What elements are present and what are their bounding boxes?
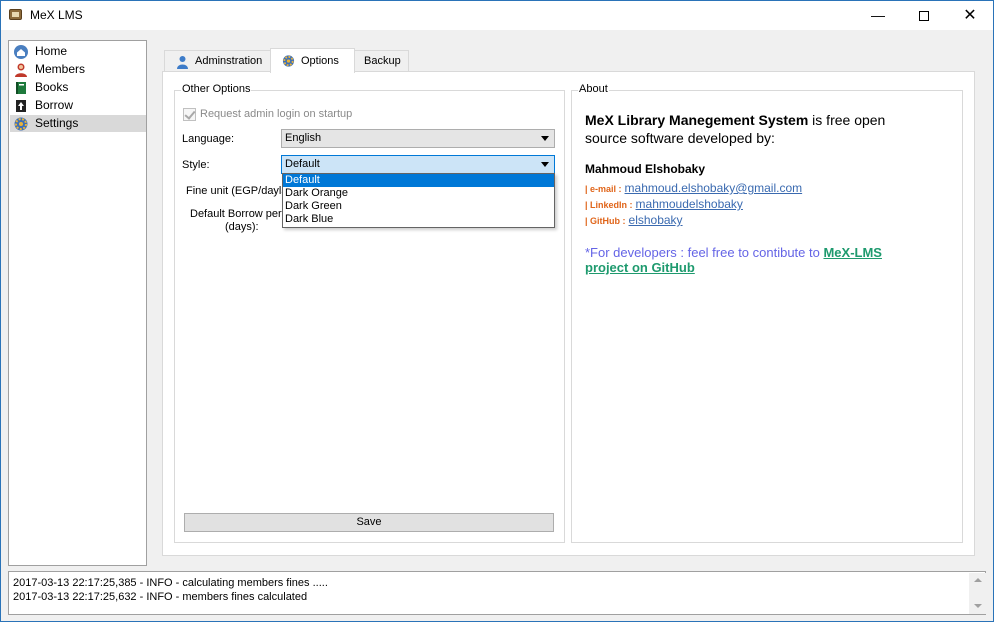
style-value: Default: [285, 158, 320, 170]
contact-tag: | e-mail :: [585, 184, 622, 194]
language-select[interactable]: English: [281, 129, 555, 148]
tab-backup[interactable]: Backup: [354, 50, 409, 73]
scroll-down-icon[interactable]: [974, 604, 982, 608]
system-name: MeX Library Manegement System: [585, 112, 809, 128]
group-title: Other Options: [181, 83, 252, 95]
log-line: 2017-03-13 22:17:25,385 - INFO - calcula…: [13, 577, 328, 589]
sidebar-item-members[interactable]: Members: [10, 61, 146, 78]
contact-email: | e-mail : mahmoud.elshobaky@gmail.com: [585, 181, 802, 195]
checkbox-box[interactable]: [183, 108, 196, 121]
project-link[interactable]: MeX-LMS: [823, 245, 882, 260]
sidebar-item-home[interactable]: Home: [10, 43, 146, 60]
borrow-period-label-days: (days):: [225, 221, 259, 233]
group-title: About: [578, 83, 609, 95]
contact-tag: | LinkedIn :: [585, 200, 633, 210]
sidebar-nav: Home Members Books Borrow Settings: [8, 40, 147, 566]
app-icon: [9, 9, 22, 20]
log-line: 2017-03-13 22:17:25,632 - INFO - members…: [13, 591, 308, 603]
dropdown-option-dark-blue[interactable]: Dark Blue: [283, 213, 554, 226]
tab-label: Backup: [364, 55, 401, 67]
user-icon: [177, 56, 188, 69]
borrow-icon: [16, 100, 26, 112]
sidebar-item-borrow[interactable]: Borrow: [10, 97, 146, 114]
contact-tag: | GitHub :: [585, 216, 626, 226]
window-title: MeX LMS: [30, 8, 83, 22]
dropdown-option-dark-orange[interactable]: Dark Orange: [283, 187, 554, 200]
about-group: About: [571, 83, 963, 543]
gear-icon: [14, 117, 28, 131]
developer-note: *For developers : feel free to contibute…: [585, 245, 882, 260]
project-link[interactable]: project on GitHub: [585, 260, 695, 275]
save-button[interactable]: Save: [184, 513, 554, 532]
about-description-line2: source software developed by:: [585, 130, 775, 146]
style-dropdown-list: Default Dark Orange Dark Green Dark Blue: [282, 173, 555, 228]
scroll-up-icon[interactable]: [974, 578, 982, 582]
maximize-button[interactable]: [901, 1, 947, 30]
chevron-down-icon: [541, 162, 549, 167]
sidebar-item-label: Settings: [35, 116, 79, 130]
log-panel[interactable]: 2017-03-13 22:17:25,385 - INFO - calcula…: [8, 571, 986, 615]
sidebar-item-settings[interactable]: Settings: [10, 115, 146, 132]
github-link[interactable]: elshobaky: [629, 213, 683, 227]
sidebar-item-label: Books: [35, 80, 69, 94]
app-window: MeX LMS — ✕ Home Members Books Borrow Se…: [0, 0, 994, 622]
checkbox-label: Request admin login on startup: [200, 108, 353, 120]
email-link[interactable]: mahmoud.elshobaky@gmail.com: [625, 181, 803, 195]
minimize-button[interactable]: —: [855, 1, 901, 30]
dropdown-option-default[interactable]: Default: [283, 174, 554, 187]
sidebar-item-label: Members: [35, 62, 86, 76]
gear-icon: [282, 55, 295, 67]
tab-label: Adminstration: [195, 55, 263, 67]
language-label: Language:: [182, 133, 234, 145]
maximize-icon: [919, 11, 929, 22]
author-name: Mahmoud Elshobaky: [585, 162, 706, 176]
style-label: Style:: [182, 159, 210, 171]
close-icon: ✕: [963, 7, 977, 24]
contact-linkedin: | LinkedIn : mahmoudelshobaky: [585, 197, 743, 211]
borrow-period-label: Default Borrow per: [190, 208, 282, 220]
linkedin-link[interactable]: mahmoudelshobaky: [636, 197, 743, 211]
description-text: is free open: [808, 112, 886, 128]
members-icon: [15, 63, 27, 77]
log-scrollbar[interactable]: [969, 573, 986, 614]
contact-github: | GitHub : elshobaky: [585, 213, 683, 227]
sidebar-item-label: Home: [35, 44, 68, 58]
style-select[interactable]: Default: [281, 155, 555, 174]
fine-unit-label: Fine unit (EGP/dayla: [186, 185, 288, 197]
minimize-icon: —: [871, 7, 885, 23]
tab-options[interactable]: Options: [270, 48, 355, 73]
chevron-down-icon: [541, 136, 549, 141]
language-value: English: [285, 132, 322, 144]
title-bar[interactable]: MeX LMS — ✕: [1, 1, 993, 30]
tab-adminstration[interactable]: Adminstration: [164, 50, 271, 73]
tab-label: Options: [301, 55, 339, 67]
sidebar-item-label: Borrow: [35, 98, 74, 112]
sidebar-item-books[interactable]: Books: [10, 79, 146, 96]
books-icon: [16, 82, 26, 94]
about-description: MeX Library Manegement System is free op…: [585, 112, 885, 128]
developer-note-line2: project on GitHub: [585, 260, 695, 275]
developer-note-text: *For developers : feel free to contibute…: [585, 245, 824, 260]
home-icon: [14, 45, 28, 59]
dropdown-option-dark-green[interactable]: Dark Green: [283, 200, 554, 213]
close-button[interactable]: ✕: [947, 1, 993, 30]
